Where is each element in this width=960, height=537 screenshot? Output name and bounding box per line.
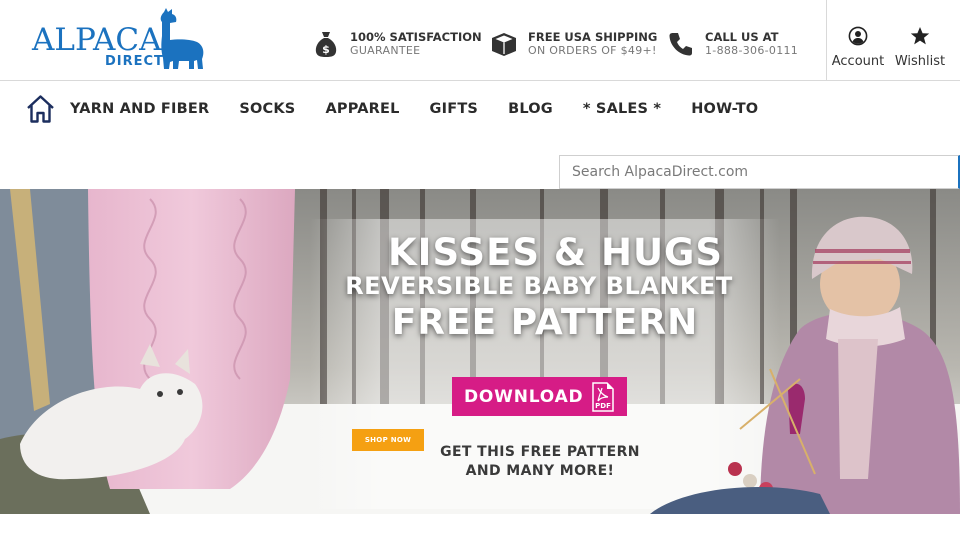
star-icon: [910, 27, 930, 45]
home-button[interactable]: [25, 94, 56, 124]
download-pattern-button[interactable]: DOWNLOAD PDF: [452, 377, 627, 416]
wishlist-label: Wishlist: [894, 54, 946, 69]
shipping-promo: FREE USA SHIPPING ON ORDERS OF $49+!: [490, 30, 657, 62]
pdf-icon: PDF: [592, 381, 615, 412]
download-label: DOWNLOAD: [464, 386, 584, 407]
search-input[interactable]: [559, 155, 960, 189]
site-header: ALPACA DIRECT $ 100% SATISFACTION GUARAN…: [0, 0, 960, 81]
nav-menu: YARN AND FIBER SOCKS APPAREL GIFTS BLOG …: [70, 101, 788, 117]
home-icon: [27, 95, 54, 123]
phone-icon: [667, 30, 695, 58]
shop-now-button[interactable]: SHOP NOW: [352, 429, 424, 451]
account-button[interactable]: Account: [827, 26, 889, 69]
phone-promo[interactable]: CALL US AT 1-888-306-0111: [667, 30, 798, 62]
promo-title: 100% SATISFACTION: [350, 30, 482, 44]
hero-note-line-2: AND MANY MORE!: [465, 463, 615, 479]
hero-note-line-1: GET THIS FREE PATTERN: [440, 444, 640, 460]
promo-title: CALL US AT: [705, 30, 779, 44]
hero-subtitle: REVERSIBLE BABY BLANKET: [345, 272, 733, 300]
nav-item-blog[interactable]: BLOG: [508, 101, 553, 117]
pdf-label: PDF: [596, 402, 612, 410]
alpaca-icon: [160, 8, 204, 69]
money-bag-icon: $: [312, 30, 340, 58]
promo-subtitle: GUARANTEE: [350, 44, 421, 57]
svg-text:$: $: [322, 43, 330, 56]
satisfaction-promo: $ 100% SATISFACTION GUARANTEE: [312, 30, 482, 62]
hero-tagline: FREE PATTERN: [391, 302, 699, 343]
promo-subtitle: ON ORDERS OF $49+!: [528, 44, 657, 57]
hero-note: GET THIS FREE PATTERN AND MANY MORE!: [430, 443, 650, 481]
phone-number[interactable]: 1-888-306-0111: [705, 44, 798, 57]
nav-item-how-to[interactable]: HOW-TO: [691, 101, 758, 117]
wishlist-button[interactable]: Wishlist: [889, 26, 951, 69]
nav-item-apparel[interactable]: APPAREL: [325, 101, 399, 117]
nav-item-gifts[interactable]: GIFTS: [430, 101, 479, 117]
hero-banner[interactable]: KISSES & HUGS REVERSIBLE BABY BLANKET FR…: [0, 189, 960, 514]
box-icon: [490, 30, 518, 58]
nav-item-sales[interactable]: * SALES *: [583, 101, 661, 117]
main-navigation: YARN AND FIBER SOCKS APPAREL GIFTS BLOG …: [0, 82, 960, 138]
nav-item-socks[interactable]: SOCKS: [239, 101, 295, 117]
nav-item-yarn-and-fiber[interactable]: YARN AND FIBER: [70, 101, 209, 117]
user-icon: [848, 26, 868, 46]
hero-title: KISSES & HUGS: [388, 231, 724, 274]
promo-title: FREE USA SHIPPING: [528, 30, 658, 44]
account-label: Account: [831, 54, 885, 69]
alpaca-direct-logo[interactable]: ALPACA DIRECT: [30, 6, 210, 74]
